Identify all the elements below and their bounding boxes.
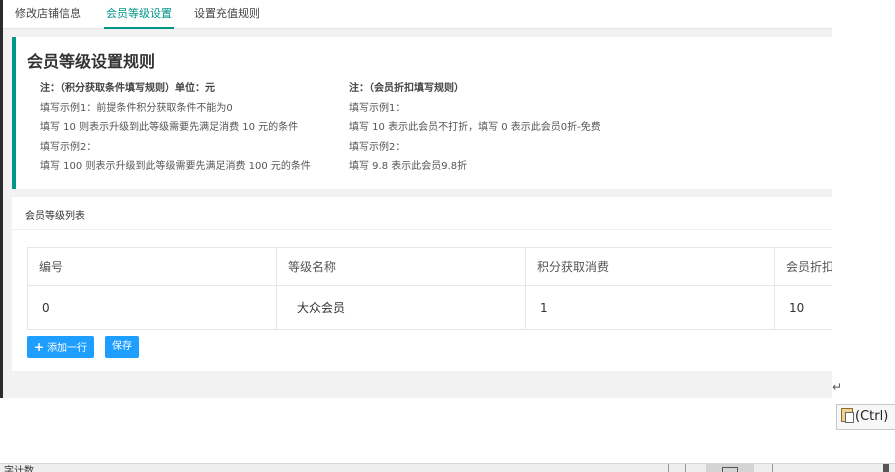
discount-rules: 注：（会员折扣填写规则） 填写示例1： 填写 10 表示此会员不打折，填写 0 … [349,79,601,177]
cell-level-name: 大众会员 [276,285,526,330]
table-row: 0 大众会员 1 10 [27,285,833,330]
level-name-input[interactable]: 大众会员 [278,287,525,329]
column-header-discount: 会员折扣 [774,247,832,286]
save-button[interactable]: 保存 [105,336,139,358]
read-mode-icon[interactable] [668,464,686,472]
points-rule-line: 填写 10 则表示升级到此等级需要先满足消费 10 元的条件 [40,122,299,133]
list-title: 会员等级列表 [25,211,85,222]
tab-shop-info[interactable]: 修改店铺信息 [15,0,81,29]
column-header-points: 积分获取消费 [525,247,775,286]
print-layout-icon[interactable] [706,464,754,472]
discount-rule-line: 填写示例2： [349,141,406,153]
points-rule-line: 填写示例2： [40,141,97,153]
discount-input[interactable]: 10 [776,287,833,329]
paste-options-label: (Ctrl) [855,409,889,424]
column-header-level-name: 等级名称 [276,247,526,286]
points-rule-line: 填写 100 则表示升级到此等级需要先满足消费 100 元的条件 [40,161,311,172]
add-row-label: 添加一行 [47,343,88,354]
plus-icon: + [34,340,45,354]
rules-panel: 会员等级设置规则 注：（积分获取条件填写规则）单位：元 填写示例1：前提条件积分… [12,37,832,189]
discount-rule-note: 注：（会员折扣填写规则） [349,83,464,94]
member-level-table: 编号 等级名称 积分获取消费 会员折扣 0 大众会员 1 10 [27,247,832,330]
discount-rule-line: 填写 10 表示此会员不打折，填写 0 表示此会员0折-免费 [349,122,601,133]
web-layout-icon[interactable] [772,464,788,472]
points-rule-note: 注：（积分获取条件填写规则）单位：元 [40,83,215,94]
content-bottom-area [3,371,832,398]
cell-points: 1 [525,285,775,330]
discount-rule-line: 填写示例1： [349,102,406,114]
tab-bar: 修改店铺信息 会员等级设置 设置充值规则 [3,0,832,29]
points-rules: 注：（积分获取条件填写规则）单位：元 填写示例1：前提条件积分获取条件不能为0 … [40,79,311,177]
points-rule-line: 填写示例1：前提条件积分获取条件不能为0 [40,102,233,114]
cell-discount: 10 [774,285,833,330]
points-input[interactable]: 1 [527,287,774,329]
list-header: 会员等级列表 [12,197,832,230]
zoom-slider-icon[interactable] [883,464,889,472]
paste-options-button[interactable]: (Ctrl) [836,404,895,430]
word-count[interactable]: 字计数 [4,464,34,472]
app-window: 修改店铺信息 会员等级设置 设置充值规则 会员等级设置规则 注：（积分获取条件填… [0,0,832,398]
member-level-list-panel: 会员等级列表 编号 等级名称 积分获取消费 会员折扣 0 大众会员 1 10 +… [12,197,832,371]
paragraph-mark: ↵ [832,380,843,394]
cell-id: 0 [27,285,277,330]
tab-member-level-settings[interactable]: 会员等级设置 [104,0,174,29]
id-value: 0 [42,300,50,315]
clipboard-icon [841,408,854,423]
column-header-id: 编号 [27,247,277,286]
table-header-row: 编号 等级名称 积分获取消费 会员折扣 [27,247,832,286]
tab-recharge-rules[interactable]: 设置充值规则 [194,0,260,29]
discount-rule-line: 填写 9.8 表示此会员9.8折 [349,161,468,172]
rules-title: 会员等级设置规则 [27,52,156,71]
status-bar: 字计数 [0,463,895,472]
add-row-button[interactable]: + 添加一行 [27,336,95,358]
